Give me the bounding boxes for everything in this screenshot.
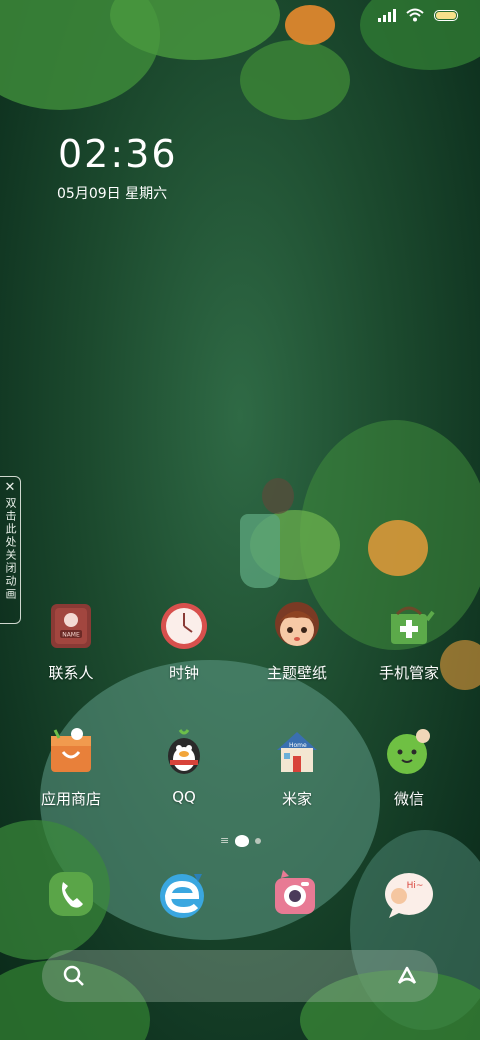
app-themes[interactable]: 主题壁纸 xyxy=(242,600,352,683)
security-icon xyxy=(383,600,435,652)
app-label: 米家 xyxy=(281,790,312,808)
app-label: QQ xyxy=(172,788,196,806)
camera-icon xyxy=(267,866,323,922)
battery-level xyxy=(436,11,456,19)
page-dot xyxy=(255,837,262,844)
hint-text: 双击此处关闭动画 xyxy=(4,497,17,601)
search-icon[interactable] xyxy=(62,964,86,988)
dock-messages[interactable]: Hi~ xyxy=(354,866,464,922)
app-security[interactable]: 手机管家 xyxy=(354,600,464,683)
app-label: 时钟 xyxy=(168,664,199,682)
app-store[interactable]: 应用商店 xyxy=(16,726,126,809)
phone-icon xyxy=(43,866,99,922)
app-contacts[interactable]: NAME 联系人 xyxy=(16,600,126,683)
cat-face-icon xyxy=(235,834,250,847)
browser-icon xyxy=(154,866,210,922)
app-label: 联系人 xyxy=(48,664,94,682)
app-wechat[interactable]: 微信 xyxy=(354,726,464,809)
mijia-house-icon: Home xyxy=(271,726,323,778)
dock-camera[interactable] xyxy=(240,866,350,922)
app-label: 主题壁纸 xyxy=(266,664,327,682)
contacts-icon: NAME xyxy=(45,600,97,652)
app-qq[interactable]: QQ xyxy=(129,726,239,806)
search-bar[interactable] xyxy=(42,950,438,1002)
qq-penguin-icon xyxy=(158,726,210,778)
battery-icon xyxy=(434,9,458,21)
signal-icon xyxy=(378,8,396,22)
wifi-icon xyxy=(406,8,424,22)
page-indicator[interactable]: ≡ xyxy=(220,834,262,847)
close-icon[interactable]: ✕ xyxy=(0,480,20,495)
contacts-tag: NAME xyxy=(62,632,80,639)
home-screen: 02:36 05月09日 星期六 ✕ 双击此处关闭动画 NAME 联系人 时钟 … xyxy=(0,0,480,1040)
clock-time[interactable]: 02:36 xyxy=(58,132,178,176)
app-label: 手机管家 xyxy=(378,664,439,682)
app-mijia[interactable]: Home 米家 xyxy=(242,726,352,809)
app-label: 应用商店 xyxy=(40,790,101,808)
themes-icon xyxy=(271,600,323,652)
messages-bubble-text: Hi~ xyxy=(407,881,424,891)
status-bar xyxy=(378,8,458,22)
app-label: 微信 xyxy=(393,790,424,808)
clock-date[interactable]: 05月09日 星期六 xyxy=(57,183,167,203)
mijia-tag: Home xyxy=(289,742,307,749)
dock-browser[interactable] xyxy=(127,866,237,922)
menu-lines-icon: ≡ xyxy=(220,834,230,847)
clock-icon xyxy=(158,600,210,652)
messages-icon: Hi~ xyxy=(381,866,437,922)
wechat-icon xyxy=(383,726,435,778)
store-bag-icon xyxy=(45,726,97,778)
dock-phone[interactable] xyxy=(16,866,126,922)
app-clock[interactable]: 时钟 xyxy=(129,600,239,683)
assistant-icon[interactable] xyxy=(394,963,420,989)
